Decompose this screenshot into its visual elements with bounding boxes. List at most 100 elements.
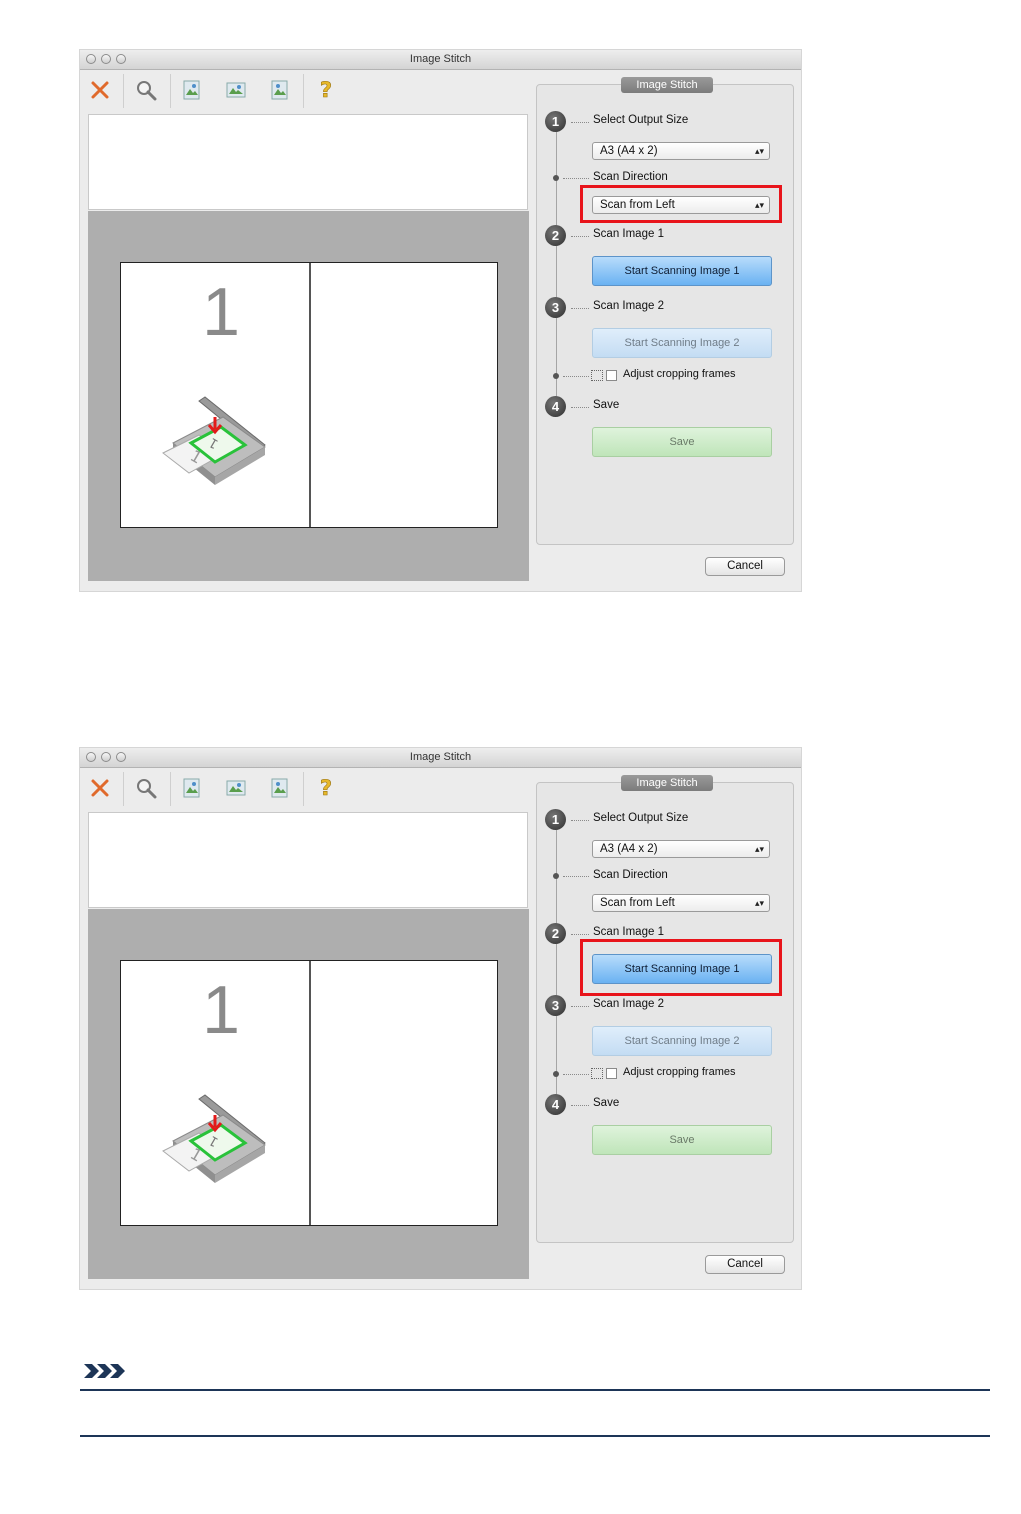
output-size-select[interactable]: A3 (A4 x 2) ▴▾ (592, 142, 770, 160)
page-number-label: 1 (202, 274, 240, 350)
panel-title: Image Stitch (621, 77, 713, 93)
select-output-size-label: Select Output Size (593, 114, 689, 126)
image-stitch-icon-1[interactable] (178, 774, 206, 802)
cancel-button[interactable]: Cancel (705, 1255, 785, 1274)
help-icon[interactable]: ? (312, 76, 340, 104)
adjust-cropping-checkbox[interactable] (606, 370, 617, 381)
scan-direction-value: Scan from Left (600, 897, 675, 909)
toolbar-separator (123, 74, 124, 108)
scan-image-1-label: Scan Image 1 (593, 926, 664, 938)
window-title: Image Stitch (409, 53, 472, 65)
step-2-badge: 2 (545, 923, 566, 944)
image-stitch-panel: Image Stitch 1 Select Output Size A3 (A4… (536, 77, 794, 545)
start-scanning-image-2-button[interactable]: Start Scanning Image 2 (592, 328, 772, 358)
output-size-select[interactable]: A3 (A4 x 2) ▴▾ (592, 840, 770, 858)
svg-text:?: ? (320, 776, 332, 800)
help-icon[interactable]: ? (312, 774, 340, 802)
scan-direction-label: Scan Direction (593, 171, 668, 183)
toolbar: ? (80, 768, 530, 808)
step-leader (563, 1074, 589, 1075)
window-title: Image Stitch (409, 751, 472, 763)
scan-direction-bullet (553, 873, 559, 879)
scan-image-2-label: Scan Image 2 (593, 300, 664, 312)
scan-direction-bullet (553, 175, 559, 181)
step-leader (571, 934, 589, 935)
close-window-button[interactable] (86, 54, 96, 64)
page-number-label: 1 (202, 972, 240, 1048)
step-leader (563, 178, 589, 179)
image-stitch-icon-3[interactable] (266, 774, 294, 802)
image-stitch-panel: Image Stitch 1 Select Output Size A3 (A4… (536, 775, 794, 1243)
adjust-cropping-label: Adjust cropping frames (623, 368, 736, 380)
step-1-badge: 1 (545, 809, 566, 830)
zoom-icon[interactable] (132, 774, 160, 802)
highlight-start-scanning-button (580, 939, 782, 996)
thumbnail-area (88, 114, 528, 210)
close-window-button[interactable] (86, 752, 96, 762)
adjust-bullet (553, 1071, 559, 1077)
scanner-illustration-icon: 1 1 (159, 395, 269, 492)
note-top-rule (80, 1389, 990, 1391)
toolbar: ? (80, 70, 530, 110)
note-bottom-rule (80, 1435, 990, 1437)
save-label: Save (593, 399, 620, 411)
image-stitch-icon-2[interactable] (222, 774, 250, 802)
scan-image-2-label: Scan Image 2 (593, 998, 664, 1010)
preview-area: 1 1 1 (88, 211, 529, 581)
output-size-value: A3 (A4 x 2) (600, 145, 658, 157)
step-leader (563, 376, 589, 377)
select-arrows-icon: ▴▾ (754, 146, 764, 156)
scan-direction-select[interactable]: Scan from Left ▴▾ (592, 894, 770, 912)
panel-title: Image Stitch (621, 775, 713, 791)
image-stitch-icon-2[interactable] (222, 76, 250, 104)
save-button[interactable]: Save (592, 427, 772, 457)
image-stitch-icon-3[interactable] (266, 76, 294, 104)
zoom-icon[interactable] (132, 76, 160, 104)
step-leader (563, 876, 589, 877)
minimize-window-button[interactable] (101, 54, 111, 64)
minimize-window-button[interactable] (101, 752, 111, 762)
zoom-window-button[interactable] (116, 752, 126, 762)
step-1-badge: 1 (545, 111, 566, 132)
close-icon[interactable] (86, 774, 114, 802)
start-scanning-image-1-button[interactable]: Start Scanning Image 1 (592, 256, 772, 286)
start-scanning-image-2-button[interactable]: Start Scanning Image 2 (592, 1026, 772, 1056)
toolbar-separator (303, 74, 304, 108)
page-divider (309, 961, 311, 1225)
scan-image-1-label: Scan Image 1 (593, 228, 664, 240)
step-leader (571, 236, 589, 237)
note-icon (82, 1362, 130, 1385)
select-arrows-icon: ▴▾ (754, 898, 764, 908)
title-bar: Image Stitch (80, 50, 801, 70)
step-leader (571, 1006, 589, 1007)
save-label: Save (593, 1097, 620, 1109)
image-stitch-window-1: Image Stitch ? 1 1 1 Image Stitch 1 Sele… (80, 50, 801, 591)
step-3-badge: 3 (545, 995, 566, 1016)
toolbar-separator (170, 74, 171, 108)
step-3-badge: 3 (545, 297, 566, 318)
save-button[interactable]: Save (592, 1125, 772, 1155)
image-stitch-icon-1[interactable] (178, 76, 206, 104)
step-leader (571, 407, 589, 408)
close-icon[interactable] (86, 76, 114, 104)
toolbar-separator (170, 772, 171, 806)
zoom-window-button[interactable] (116, 54, 126, 64)
step-2-badge: 2 (545, 225, 566, 246)
highlight-scan-direction (580, 185, 782, 223)
image-stitch-window-2: Image Stitch ? 1 1 1 Image Stitch 1 Sele… (80, 748, 801, 1289)
crop-frame-icon (591, 1068, 603, 1079)
step-4-badge: 4 (545, 1094, 566, 1115)
adjust-cropping-checkbox[interactable] (606, 1068, 617, 1079)
svg-text:?: ? (320, 78, 332, 102)
step-connector (556, 123, 557, 407)
cancel-button[interactable]: Cancel (705, 557, 785, 576)
adjust-bullet (553, 373, 559, 379)
step-4-badge: 4 (545, 396, 566, 417)
crop-frame-icon (591, 370, 603, 381)
step-connector (556, 821, 557, 1105)
select-output-size-label: Select Output Size (593, 812, 689, 824)
adjust-cropping-label: Adjust cropping frames (623, 1066, 736, 1078)
preview-area: 1 1 1 (88, 909, 529, 1279)
output-page-preview: 1 1 1 (120, 960, 498, 1226)
output-size-value: A3 (A4 x 2) (600, 843, 658, 855)
